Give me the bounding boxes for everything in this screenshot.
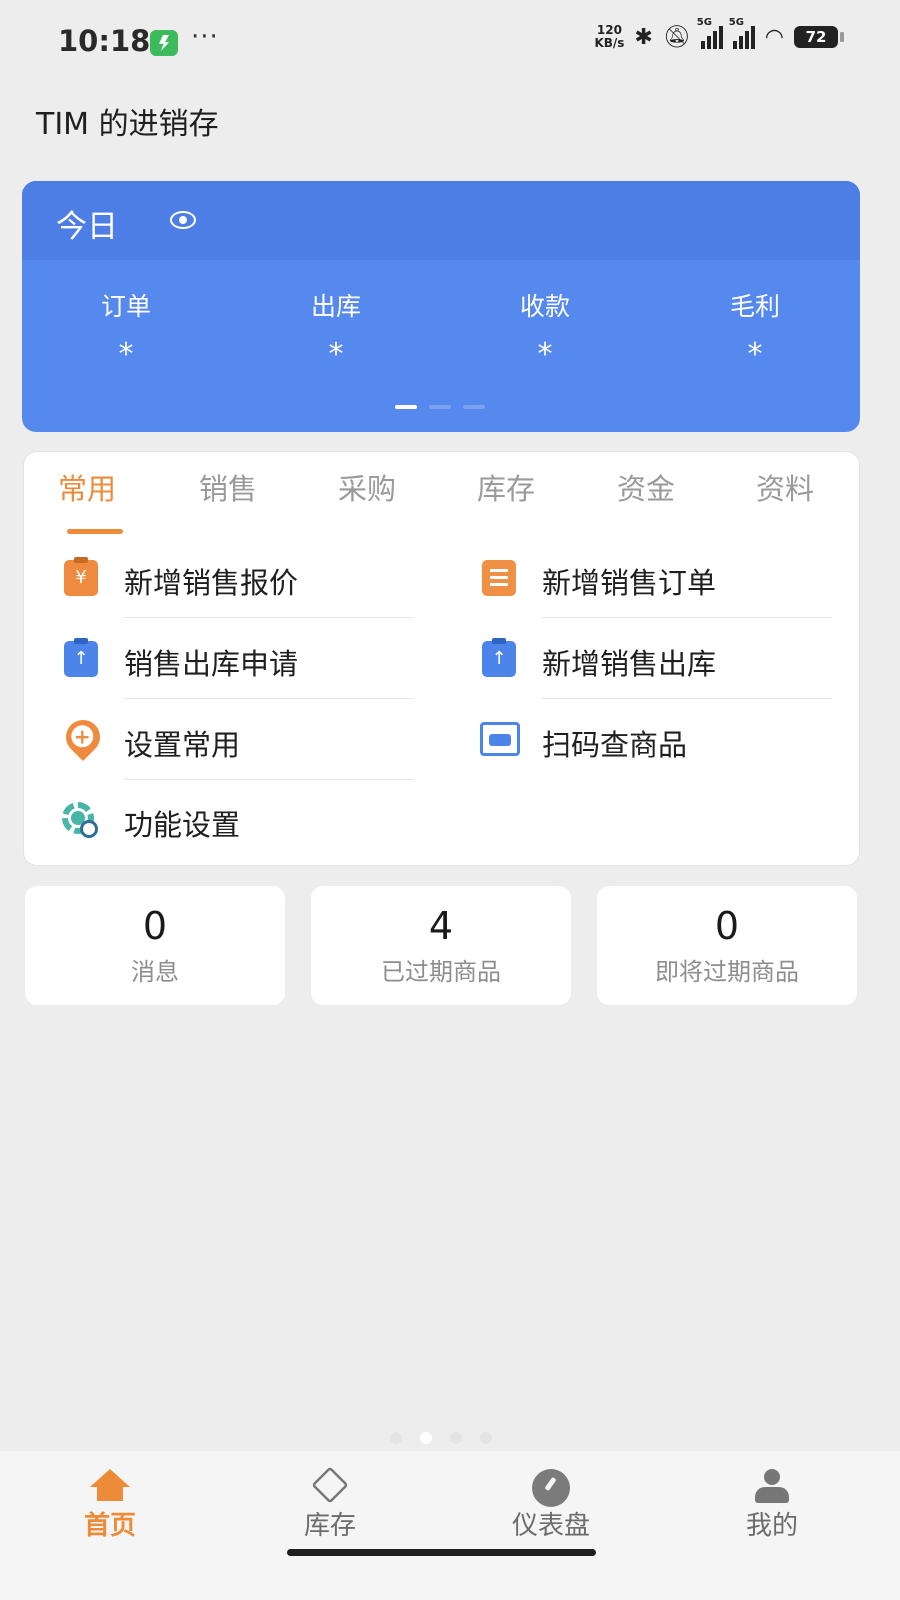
counter-label: 已过期商品	[381, 958, 501, 986]
expiring-products-counter[interactable]: 0 即将过期商品	[597, 886, 857, 1005]
tab-common[interactable]: 常用	[58, 466, 116, 508]
order-list-icon	[482, 560, 516, 596]
stat-gross-profit: 毛利 *	[655, 287, 855, 372]
page-dot-active	[420, 1432, 432, 1444]
battery-icon: 72	[794, 26, 844, 48]
shortcut-label: 新增销售出库	[542, 647, 717, 681]
nav-label: 我的	[745, 1511, 798, 1541]
divider	[124, 698, 414, 699]
home-icon	[90, 1469, 130, 1501]
counter-label: 即将过期商品	[655, 958, 799, 986]
page-dot	[450, 1432, 462, 1444]
tab-inventory[interactable]: 库存	[477, 466, 535, 508]
nav-dashboard[interactable]: 仪表盘	[481, 1451, 621, 1551]
shortcut-new-sales-quote[interactable]: ¥ 新增销售报价	[24, 538, 442, 618]
add-pin-icon	[58, 712, 108, 762]
page-dot	[480, 1432, 492, 1444]
counter-value: 0	[714, 904, 740, 948]
shortcut-scan-product[interactable]: 扫码查商品	[442, 700, 860, 780]
network-speed-unit: KB/s	[594, 36, 625, 50]
home-indicator[interactable]	[287, 1549, 596, 1556]
stat-value: *	[747, 337, 763, 372]
nav-home[interactable]: 首页	[40, 1451, 180, 1551]
shortcut-label: 新增销售订单	[542, 566, 717, 600]
divider	[542, 617, 832, 618]
stat-value: *	[328, 337, 344, 372]
card-pager-dot	[463, 405, 485, 409]
mute-bell-icon: 🔕︎	[662, 24, 691, 50]
nav-label: 仪表盘	[511, 1511, 590, 1541]
shield-app-icon	[150, 30, 178, 56]
bottom-nav: 首页 库存 仪表盘 我的	[0, 1451, 900, 1600]
signal-tag: 5G	[696, 17, 712, 28]
scan-icon	[480, 722, 520, 756]
divider	[542, 698, 832, 699]
network-speed: 120 KB/s	[594, 24, 624, 50]
tab-funds[interactable]: 资金	[617, 466, 675, 508]
shortcut-function-settings[interactable]: 功能设置	[24, 780, 442, 860]
status-time: 10:18	[58, 24, 151, 58]
nav-label: 首页	[83, 1511, 136, 1541]
outbound-doc-icon	[482, 638, 516, 677]
quote-doc-icon: ¥	[64, 557, 98, 596]
shortcut-label: 扫码查商品	[542, 728, 688, 762]
stat-label: 收款	[519, 292, 570, 321]
nav-label: 库存	[303, 1511, 356, 1541]
box-icon	[311, 1466, 349, 1504]
shortcut-label: 销售出库申请	[124, 647, 299, 681]
bluetooth-icon: ✱	[634, 24, 653, 50]
card-pager-dot	[429, 405, 451, 409]
shortcut-panel: 常用 销售 采购 库存 资金 资料 ¥ 新增销售报价 新增销售订单 销售出库申请…	[23, 451, 860, 866]
today-header: 今日	[22, 181, 860, 260]
counter-value: 4	[428, 904, 454, 948]
counter-label: 消息	[131, 958, 179, 986]
shortcut-sales-outbound-request[interactable]: 销售出库申请	[24, 619, 442, 699]
stat-orders: 订单 *	[26, 287, 226, 372]
stat-value: *	[537, 337, 553, 372]
more-notifications-icon: ···	[191, 22, 219, 52]
stat-value: *	[118, 337, 134, 372]
status-bar: 10:18 ··· 120 KB/s ✱ 🔕︎ 5G 5G ◠ 72	[0, 0, 900, 84]
category-tabs: 常用 销售 采购 库存 资金 资料	[24, 466, 859, 534]
stat-label: 毛利	[729, 292, 780, 321]
tab-sales[interactable]: 销售	[199, 466, 257, 508]
gauge-icon	[532, 1469, 570, 1507]
card-pager-dot-active	[395, 405, 417, 409]
status-icons: 120 KB/s ✱ 🔕︎ 5G 5G ◠ 72	[594, 17, 844, 50]
nav-profile[interactable]: 我的	[702, 1451, 842, 1551]
signal-icon: 5G	[729, 17, 755, 49]
stat-outbound: 出库 *	[236, 287, 436, 372]
stat-receipts: 收款 *	[445, 287, 645, 372]
tab-master-data[interactable]: 资料	[756, 466, 814, 508]
active-tab-indicator	[67, 529, 123, 534]
stat-label: 订单	[100, 292, 151, 321]
expired-products-counter[interactable]: 4 已过期商品	[311, 886, 571, 1005]
messages-counter[interactable]: 0 消息	[25, 886, 285, 1005]
gear-icon	[60, 800, 100, 840]
shortcut-label: 新增销售报价	[124, 566, 299, 600]
outbound-request-icon	[64, 638, 98, 677]
person-icon	[755, 1469, 789, 1503]
signal-icon: 5G	[697, 17, 723, 49]
page-title: TIM 的进销存	[36, 107, 219, 142]
divider	[124, 617, 414, 618]
shortcut-label: 设置常用	[124, 728, 241, 762]
shortcut-new-sales-outbound[interactable]: 新增销售出库	[442, 619, 860, 699]
page-dot	[390, 1432, 402, 1444]
stat-label: 出库	[310, 292, 361, 321]
today-summary-card[interactable]: 今日 订单 * 出库 * 收款 * 毛利 *	[22, 181, 860, 432]
wifi-icon: ◠	[764, 24, 784, 50]
tab-purchase[interactable]: 采购	[338, 466, 396, 508]
shortcut-set-favorites[interactable]: 设置常用	[24, 700, 442, 780]
today-title: 今日	[56, 209, 118, 245]
nav-inventory[interactable]: 库存	[260, 1451, 400, 1551]
signal-tag: 5G	[728, 17, 744, 28]
shortcut-label: 功能设置	[124, 808, 241, 842]
counter-value: 0	[142, 904, 168, 948]
shortcut-new-sales-order[interactable]: 新增销售订单	[442, 538, 860, 618]
eye-icon[interactable]	[170, 211, 196, 229]
